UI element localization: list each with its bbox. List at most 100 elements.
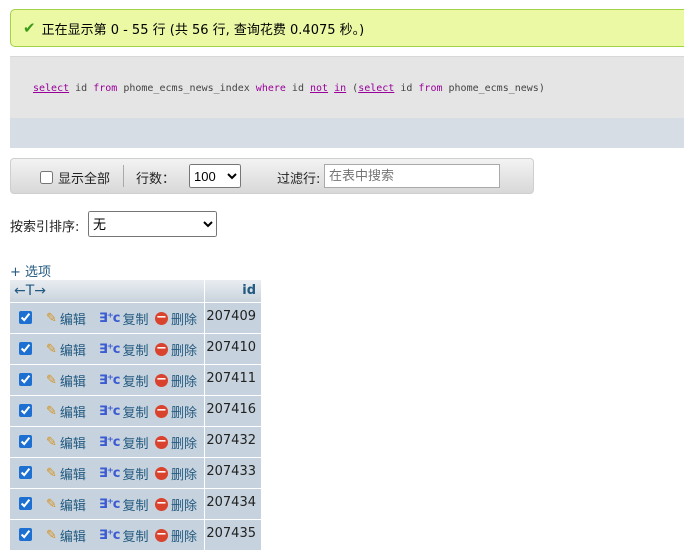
id-cell[interactable]: 207434 xyxy=(205,489,261,519)
delete-row-button[interactable]: − 删除 xyxy=(155,464,197,483)
show-all-toggle[interactable]: 显示全部 xyxy=(40,168,110,187)
row-actions-cell: ✎ 编辑 ∃⁺c 复制 − 删除 xyxy=(10,365,205,395)
row-select-checkbox[interactable] xyxy=(19,497,32,510)
copy-label: 复制 xyxy=(122,406,149,421)
copy-row-button[interactable]: ∃⁺c 复制 xyxy=(99,464,148,483)
table-row: ✎ 编辑 ∃⁺c 复制 − 删除 207434 xyxy=(10,488,261,519)
sql-token[interactable]: select xyxy=(33,83,69,94)
edit-row-button[interactable]: ✎ 编辑 xyxy=(46,371,86,390)
delete-row-button[interactable]: − 删除 xyxy=(155,526,197,545)
sql-token: id xyxy=(394,83,419,94)
copy-label: 复制 xyxy=(122,344,149,359)
edit-label: 编辑 xyxy=(59,499,86,514)
edit-label: 编辑 xyxy=(59,530,86,545)
delete-row-button[interactable]: − 删除 xyxy=(155,340,197,359)
edit-row-button[interactable]: ✎ 编辑 xyxy=(46,309,86,328)
copy-icon: ∃⁺c xyxy=(99,497,120,512)
options-link[interactable]: + 选项 xyxy=(10,261,51,280)
row-actions-cell: ✎ 编辑 ∃⁺c 复制 − 删除 xyxy=(10,520,205,550)
delete-icon: − xyxy=(155,310,168,325)
edit-row-button[interactable]: ✎ 编辑 xyxy=(46,433,86,452)
sql-token[interactable]: select xyxy=(358,83,394,94)
id-cell[interactable]: 207416 xyxy=(205,396,261,426)
show-all-checkbox[interactable] xyxy=(40,171,53,184)
copy-row-button[interactable]: ∃⁺c 复制 xyxy=(99,371,148,390)
delete-icon: − xyxy=(155,496,168,511)
edit-row-button[interactable]: ✎ 编辑 xyxy=(46,464,86,483)
query-success-message: ✔ 正在显示第 0 - 55 行 (共 56 行, 查询花费 0.4075 秒。… xyxy=(10,9,684,47)
copy-icon: ∃⁺c xyxy=(99,435,120,450)
delete-row-button[interactable]: − 删除 xyxy=(155,402,197,421)
sql-token[interactable]: not xyxy=(310,83,328,94)
navbar-divider xyxy=(123,165,124,187)
delete-label: 删除 xyxy=(171,530,198,545)
table-row: ✎ 编辑 ∃⁺c 复制 − 删除 207433 xyxy=(10,457,261,488)
copy-row-button[interactable]: ∃⁺c 复制 xyxy=(99,433,148,452)
row-select-checkbox[interactable] xyxy=(19,342,32,355)
sql-token: where xyxy=(255,83,286,94)
copy-icon: ∃⁺c xyxy=(99,311,120,326)
copy-icon: ∃⁺c xyxy=(99,466,120,481)
delete-icon: − xyxy=(155,403,168,418)
filter-rows-input[interactable] xyxy=(324,164,500,188)
copy-row-button[interactable]: ∃⁺c 复制 xyxy=(99,340,148,359)
sql-token: id xyxy=(285,83,310,94)
delete-label: 删除 xyxy=(171,406,198,421)
delete-row-button[interactable]: − 删除 xyxy=(155,495,197,514)
sql-token[interactable]: in xyxy=(334,83,346,94)
sql-query-text: select id from phome_ecms_news_index whe… xyxy=(33,83,545,94)
delete-row-button[interactable]: − 删除 xyxy=(155,371,197,390)
row-actions-cell: ✎ 编辑 ∃⁺c 复制 − 删除 xyxy=(10,458,205,488)
pencil-icon: ✎ xyxy=(46,342,57,357)
edit-row-button[interactable]: ✎ 编辑 xyxy=(46,340,86,359)
table-row: ✎ 编辑 ∃⁺c 复制 − 删除 207435 xyxy=(10,519,261,550)
row-actions-cell: ✎ 编辑 ∃⁺c 复制 − 删除 xyxy=(10,427,205,457)
column-resize-handle[interactable]: ←T→ xyxy=(10,280,205,302)
copy-row-button[interactable]: ∃⁺c 复制 xyxy=(99,526,148,545)
delete-label: 删除 xyxy=(171,499,198,514)
pencil-icon: ✎ xyxy=(46,311,57,326)
sort-by-key-label: 按索引排序: xyxy=(10,220,80,235)
rows-count-select[interactable]: 100 xyxy=(189,164,241,188)
id-cell[interactable]: 207432 xyxy=(205,427,261,457)
pencil-icon: ✎ xyxy=(46,435,57,450)
row-select-checkbox[interactable] xyxy=(19,373,32,386)
pencil-icon: ✎ xyxy=(46,373,57,388)
row-actions-cell: ✎ 编辑 ∃⁺c 复制 − 删除 xyxy=(10,396,205,426)
delete-icon: − xyxy=(155,372,168,387)
sql-token: phome_ecms_news_index xyxy=(117,83,256,94)
delete-label: 删除 xyxy=(171,468,198,483)
row-select-checkbox[interactable] xyxy=(19,404,32,417)
sort-by-key-select[interactable]: 无 xyxy=(88,211,217,237)
delete-icon: − xyxy=(155,434,168,449)
edit-row-button[interactable]: ✎ 编辑 xyxy=(46,402,86,421)
delete-label: 删除 xyxy=(171,437,198,452)
edit-label: 编辑 xyxy=(59,437,86,452)
edit-row-button[interactable]: ✎ 编辑 xyxy=(46,495,86,514)
id-cell[interactable]: 207433 xyxy=(205,458,261,488)
row-select-checkbox[interactable] xyxy=(19,311,32,324)
delete-icon: − xyxy=(155,341,168,356)
copy-row-button[interactable]: ∃⁺c 复制 xyxy=(99,402,148,421)
delete-row-button[interactable]: − 删除 xyxy=(155,433,197,452)
id-cell[interactable]: 207410 xyxy=(205,334,261,364)
delete-icon: − xyxy=(155,527,168,542)
copy-icon: ∃⁺c xyxy=(99,373,120,388)
id-cell[interactable]: 207411 xyxy=(205,365,261,395)
id-cell[interactable]: 207409 xyxy=(205,303,261,333)
id-cell[interactable]: 207435 xyxy=(205,520,261,550)
sql-token: from xyxy=(93,83,118,94)
column-header-id[interactable]: id xyxy=(205,280,261,302)
copy-icon: ∃⁺c xyxy=(99,342,120,357)
edit-row-button[interactable]: ✎ 编辑 xyxy=(46,526,86,545)
delete-row-button[interactable]: − 删除 xyxy=(155,309,197,328)
copy-row-button[interactable]: ∃⁺c 复制 xyxy=(99,309,148,328)
copy-label: 复制 xyxy=(122,375,149,390)
row-select-checkbox[interactable] xyxy=(19,528,32,541)
copy-row-button[interactable]: ∃⁺c 复制 xyxy=(99,495,148,514)
row-select-checkbox[interactable] xyxy=(19,435,32,448)
table-row: ✎ 编辑 ∃⁺c 复制 − 删除 207409 xyxy=(10,302,261,333)
pencil-icon: ✎ xyxy=(46,404,57,419)
delete-icon: − xyxy=(155,465,168,480)
row-select-checkbox[interactable] xyxy=(19,466,32,479)
